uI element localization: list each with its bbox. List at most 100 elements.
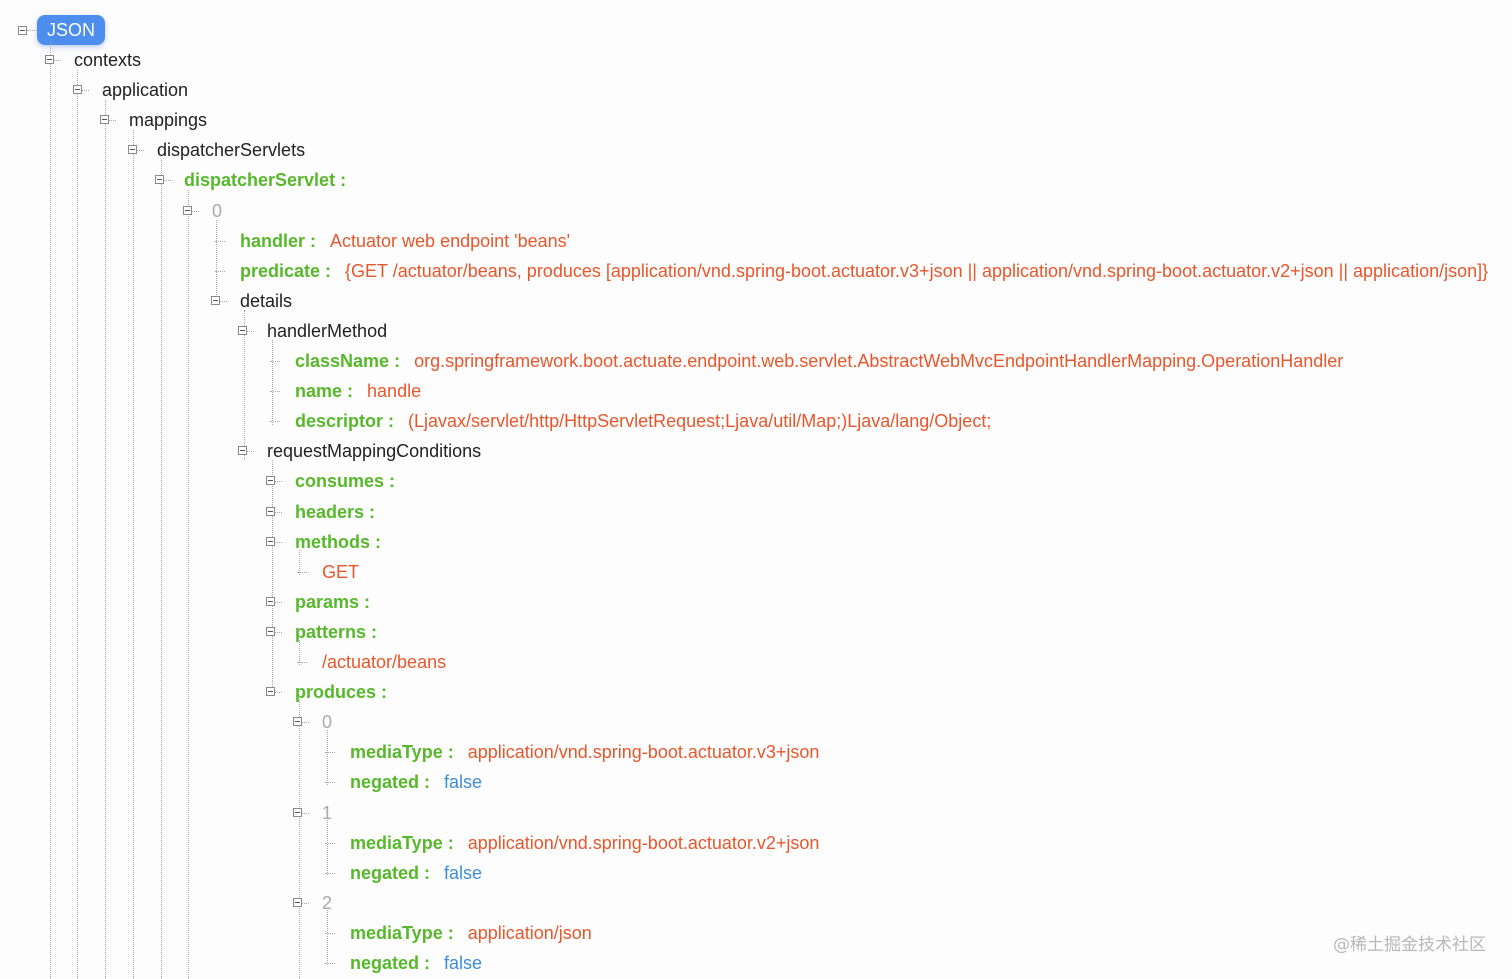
node-label: contexts (74, 50, 142, 70)
tree-node-content: predicate : {GET /actuator/beans, produce… (240, 256, 1488, 286)
collapse-toggle-icon[interactable] (266, 687, 275, 697)
collapse-toggle-icon[interactable] (266, 476, 275, 486)
node-value: false (444, 953, 483, 973)
tree-connector (275, 601, 282, 603)
collapse-toggle-icon[interactable] (45, 55, 54, 64)
tree-node-content: GET (322, 557, 359, 587)
tree-node[interactable]: name : handle (0, 376, 1512, 406)
tree-connector (164, 180, 171, 182)
node-value: org.springframework.boot.actuate.endpoin… (414, 351, 1344, 371)
node-label: name : (295, 381, 354, 402)
tree-node[interactable]: 0 (0, 707, 1512, 737)
tree-connector (325, 963, 335, 964)
tree-node[interactable]: mediaType : application/vnd.spring-boot.a… (0, 828, 1512, 858)
node-label: mediaType : (350, 922, 454, 943)
collapse-toggle-icon[interactable] (266, 626, 275, 636)
tree-node[interactable]: requestMappingConditions (0, 436, 1512, 466)
tree-node[interactable]: handlerMethod (0, 316, 1512, 346)
tree-connector (247, 330, 254, 332)
tree-node[interactable]: 1 (0, 798, 1512, 828)
node-label: details (240, 290, 293, 311)
tree-node[interactable]: consumes : (0, 466, 1512, 496)
tree-node-content: negated : false (350, 767, 482, 797)
tree-node[interactable]: params : (0, 587, 1512, 617)
tree-node[interactable]: methods : (0, 527, 1512, 557)
collapse-toggle-icon[interactable] (155, 175, 164, 185)
tree-node[interactable]: negated : false (0, 767, 1512, 797)
collapse-toggle-icon[interactable] (266, 596, 275, 606)
tree-connector (192, 210, 199, 212)
collapse-toggle-icon[interactable] (266, 536, 275, 546)
node-label: dispatcherServlet : (184, 170, 347, 191)
tree-node[interactable]: 2 (0, 888, 1512, 918)
tree-node-content: produces : (295, 677, 387, 707)
tree-node[interactable]: predicate : {GET /actuator/beans, produce… (0, 256, 1512, 286)
collapse-toggle-icon[interactable] (211, 295, 220, 305)
tree-node[interactable]: className : org.springframework.boot.actu… (0, 346, 1512, 376)
tree-connector (325, 752, 335, 754)
tree-node[interactable]: 0 (0, 196, 1512, 226)
tree-node[interactable]: headers : (0, 497, 1512, 527)
tree-connector (275, 511, 282, 513)
tree-connector (270, 391, 280, 393)
collapse-toggle-icon[interactable] (293, 717, 302, 727)
tree-node-content: /actuator/beans (322, 647, 446, 677)
tree-node-content: negated : false (350, 858, 482, 888)
collapse-toggle-icon[interactable] (238, 325, 247, 335)
tree-connector (137, 150, 144, 152)
node-label: 0 (322, 712, 333, 733)
tree-node[interactable]: mediaType : application/json (0, 918, 1512, 948)
collapse-toggle-icon[interactable] (128, 145, 137, 155)
collapse-toggle-icon[interactable] (100, 115, 109, 125)
node-value: false (444, 772, 483, 793)
tree-node[interactable]: application (0, 75, 1512, 105)
tree-node[interactable]: negated : false (0, 948, 1512, 978)
tree-node[interactable]: produces : (0, 677, 1512, 707)
tree-connector (325, 872, 335, 874)
tree-node[interactable]: dispatcherServlet : (0, 165, 1512, 195)
root-node-badge[interactable]: JSON (37, 15, 106, 45)
node-label: handler : (240, 230, 317, 251)
tree-node-content: consumes : (295, 466, 395, 496)
tree-node-content: 1 (322, 798, 332, 828)
collapse-toggle-icon[interactable] (18, 26, 27, 35)
collapse-toggle-icon[interactable] (293, 807, 302, 817)
tree-connector (215, 240, 225, 242)
collapse-toggle-icon[interactable] (266, 506, 275, 516)
tree-node[interactable]: GET (0, 557, 1512, 587)
tree-node[interactable]: descriptor : (Ljavax/servlet/http/HttpSer… (0, 406, 1512, 436)
tree-node[interactable]: mappings (0, 105, 1512, 135)
tree-node-content: application (102, 75, 188, 105)
collapse-toggle-icon[interactable] (73, 85, 82, 95)
tree-node-content: mappings (129, 105, 207, 135)
tree-node[interactable]: mediaType : application/vnd.spring-boot.a… (0, 737, 1512, 767)
collapse-toggle-icon[interactable] (183, 205, 192, 215)
tree-node[interactable]: dispatcherServlets (0, 135, 1512, 165)
node-value: /actuator/beans (322, 652, 447, 672)
node-label: mediaType : (350, 832, 454, 853)
tree-connector (220, 300, 227, 302)
tree-connector (325, 842, 335, 844)
collapse-toggle-icon[interactable] (238, 446, 247, 456)
tree-node[interactable]: handler : Actuator web endpoint 'beans' (0, 226, 1512, 256)
node-value: application/vnd.spring-boot.actuator.v2+… (467, 832, 820, 853)
node-label: mediaType : (350, 742, 454, 763)
node-label: 1 (322, 802, 333, 823)
tree-node[interactable]: details (0, 286, 1512, 316)
node-label: application (102, 80, 189, 101)
node-value: application/json (467, 922, 592, 943)
node-label: headers : (295, 501, 376, 522)
tree-node[interactable]: contexts (0, 45, 1512, 75)
collapse-toggle-icon[interactable] (293, 897, 302, 907)
node-label: dispatcherServlets (157, 140, 306, 161)
node-label: className : (295, 351, 401, 371)
node-value: Actuator web endpoint 'beans' (330, 230, 571, 251)
tree-node-content: params : (295, 587, 370, 617)
tree-connector (247, 451, 254, 453)
tree-connector (54, 60, 61, 61)
tree-node[interactable]: negated : false (0, 858, 1512, 888)
tree-node[interactable]: patterns : (0, 617, 1512, 647)
node-label: 0 (212, 200, 223, 221)
tree-node[interactable]: /actuator/beans (0, 647, 1512, 677)
tree-node-content: requestMappingConditions (267, 436, 481, 466)
